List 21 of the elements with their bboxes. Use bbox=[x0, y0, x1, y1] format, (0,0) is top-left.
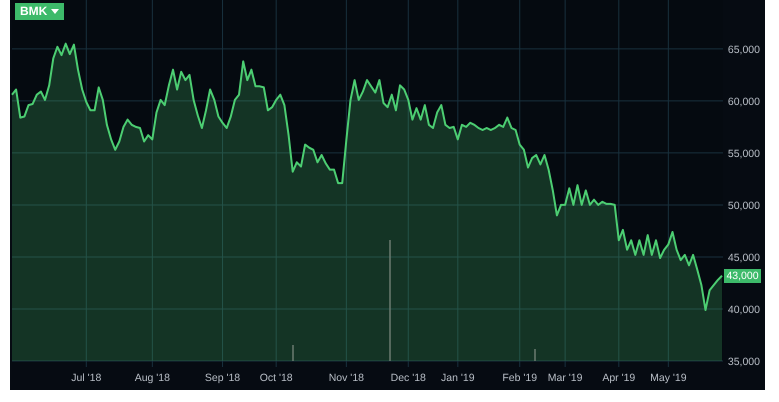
last-price-badge: 43,000 bbox=[724, 268, 761, 283]
y-axis-label: 35,000 bbox=[728, 356, 760, 368]
x-axis-label: Mar '19 bbox=[548, 372, 582, 384]
x-axis-label: Feb '19 bbox=[502, 372, 538, 384]
symbol-dropdown[interactable]: BMK bbox=[15, 3, 64, 20]
x-axis-label: Sep '18 bbox=[204, 372, 240, 384]
y-axis-label: 45,000 bbox=[728, 252, 760, 264]
x-axis-label: Jul '18 bbox=[71, 372, 102, 384]
x-axis-label: Nov '18 bbox=[328, 372, 364, 384]
y-axis-label: 55,000 bbox=[728, 148, 760, 160]
x-axis-label: Dec '18 bbox=[390, 372, 426, 384]
y-axis-label: 65,000 bbox=[728, 44, 760, 56]
y-axis-label: 50,000 bbox=[728, 200, 760, 212]
y-axis-label: 40,000 bbox=[728, 304, 760, 316]
x-axis-label: Oct '18 bbox=[260, 372, 293, 384]
x-axis-label: Aug '18 bbox=[134, 372, 170, 384]
y-axis-label: 60,000 bbox=[728, 96, 760, 108]
x-axis-label: Jan '19 bbox=[441, 372, 475, 384]
caret-icon bbox=[51, 9, 60, 14]
x-axis-label: Apr '19 bbox=[602, 372, 636, 384]
x-axis-label: May '19 bbox=[650, 372, 687, 384]
